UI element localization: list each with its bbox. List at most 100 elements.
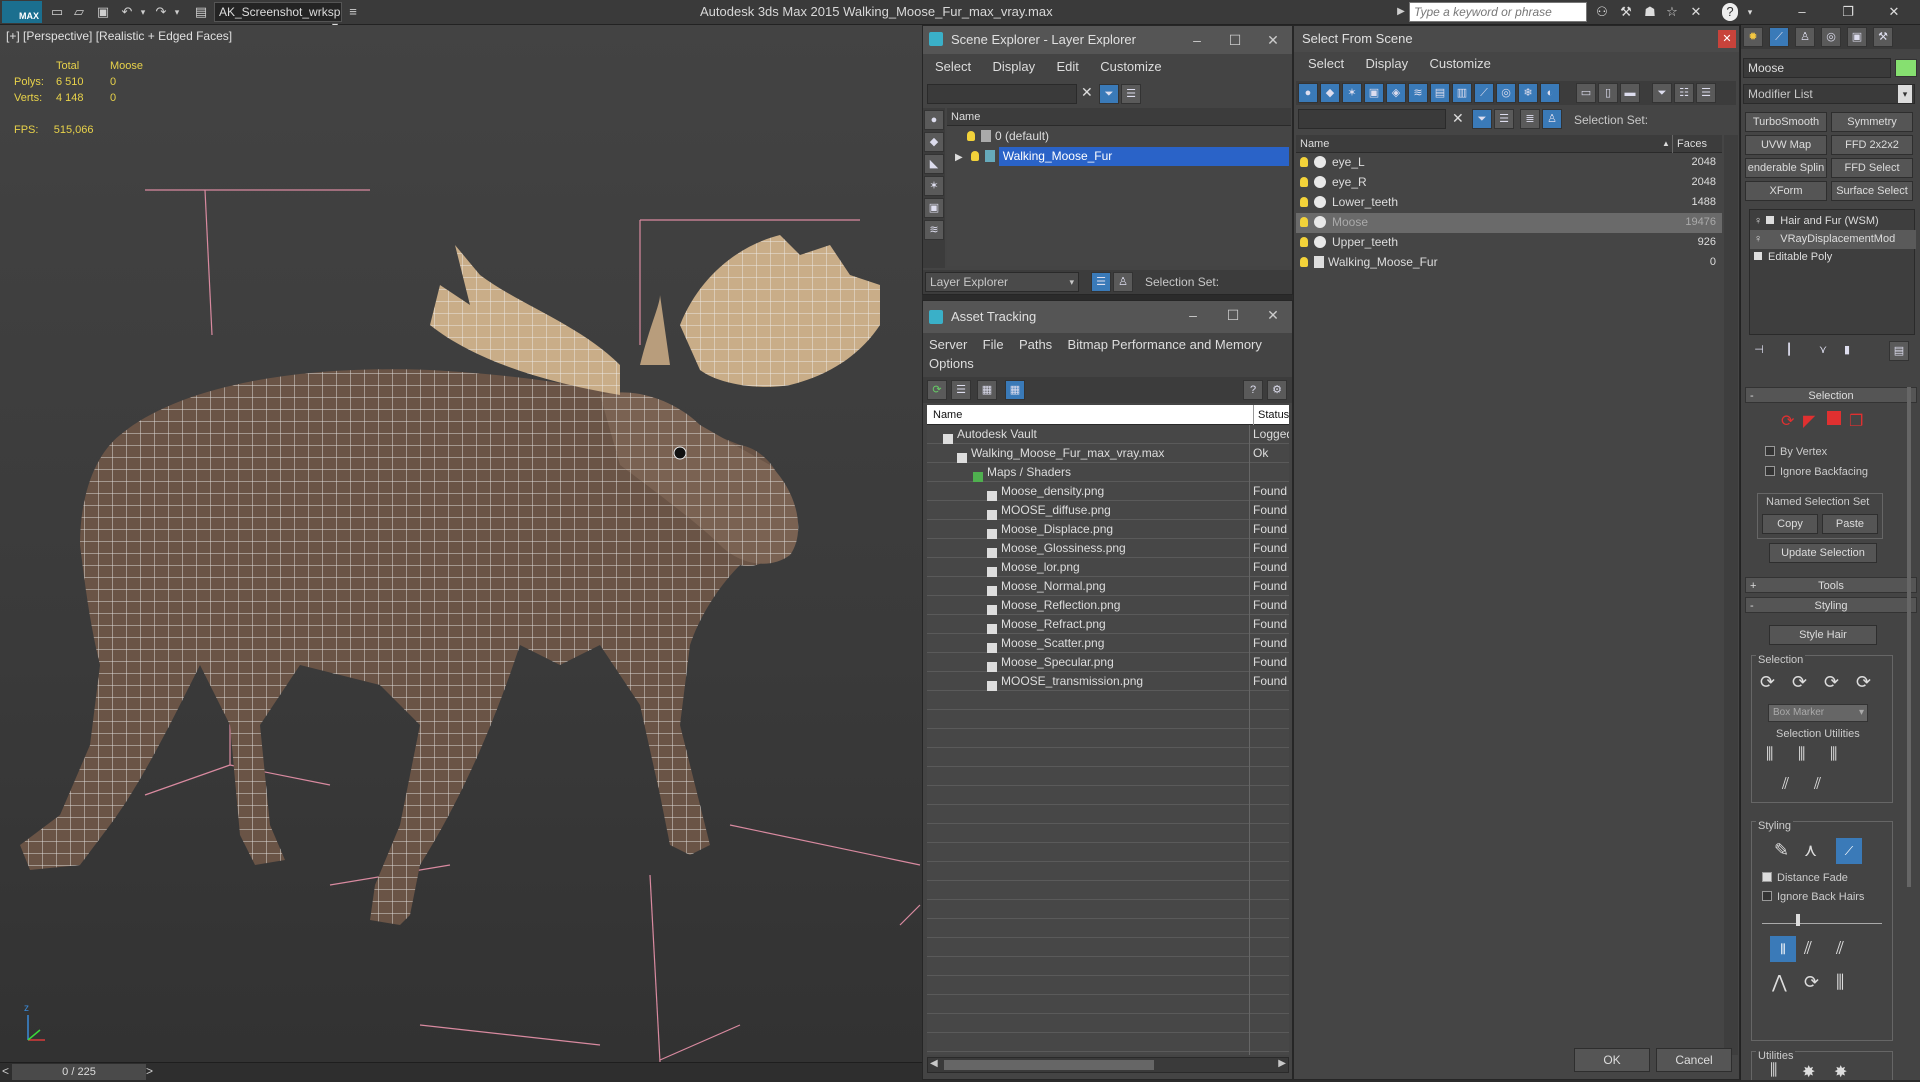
surface-select-button[interactable]: Surface Select — [1831, 181, 1913, 201]
sort-arrow-icon[interactable]: ▲ — [1662, 135, 1670, 153]
hierarchy-tab-icon[interactable]: ♙ — [1795, 27, 1815, 47]
tools-rollout[interactable]: + Tools — [1745, 577, 1917, 593]
se-menu-display[interactable]: Display — [992, 59, 1035, 74]
uvw-map-button[interactable]: UVW Map — [1745, 135, 1827, 155]
segment-select-icon[interactable]: ◤ — [1803, 411, 1815, 431]
ffd-select-button[interactable]: FFD Select — [1831, 158, 1913, 178]
display-lights-icon[interactable]: ✶ — [1342, 83, 1362, 103]
layer-row-walking-moose-fur[interactable]: ▶ Walking_Moose_Fur — [947, 147, 1291, 166]
styling-rollout[interactable]: - Styling — [1745, 597, 1917, 613]
pin-stack-icon[interactable]: ⊣ — [1749, 341, 1769, 361]
workspace-selector[interactable]: AK_Screenshot_wrksp▾ — [214, 2, 342, 33]
selection-rollout[interactable]: - Selection — [1745, 387, 1917, 403]
menu-icon[interactable]: ≡ — [344, 3, 362, 21]
close-icon[interactable]: ✕ — [1253, 301, 1293, 329]
asset-row[interactable]: Moose_density.png Found — [927, 482, 1289, 501]
stack-item-vraydisplacementmod[interactable]: ♀ VRayDisplacementMod — [1750, 230, 1916, 249]
layers-add-icon[interactable]: ☰ — [1494, 109, 1514, 129]
command-panel-scrollbar[interactable] — [1907, 387, 1911, 887]
save-file-icon[interactable]: ▣ — [94, 3, 112, 21]
hair-brush-icon[interactable]: ⟋ — [1836, 838, 1862, 864]
light-bulb-icon[interactable] — [1300, 237, 1308, 247]
ignore-back-hairs-checkbox[interactable]: Ignore Back Hairs — [1762, 891, 1864, 903]
asset-row[interactable]: Moose_lor.png Found — [927, 558, 1289, 577]
perspective-viewport[interactable]: [+] [Perspective] [Realistic + Edged Fac… — [0, 25, 922, 1062]
util-unhide-icon[interactable]: ⫽ — [1814, 776, 1821, 794]
se-column-header[interactable]: Name — [947, 108, 1291, 126]
display-frozen-icon[interactable]: ❄ — [1518, 83, 1538, 103]
light-bulb-icon[interactable] — [967, 131, 975, 141]
search-input[interactable]: Type a keyword or phrase — [1409, 2, 1587, 22]
chevron-down-icon[interactable]: ▾ — [134, 3, 152, 21]
at-col-status[interactable]: Status — [1253, 405, 1289, 425]
hierarchy-icon[interactable]: ♙ — [1542, 109, 1562, 129]
project-folder-icon[interactable]: ▤ — [192, 3, 210, 21]
util-pop-selected-icon[interactable]: ✸ — [1802, 1062, 1815, 1082]
asset-row[interactable]: Maps / Shaders — [927, 463, 1289, 482]
expand-arrow-icon[interactable]: ▶ — [955, 152, 963, 163]
minimize-icon[interactable]: – — [1177, 26, 1217, 54]
at-horizontal-scrollbar[interactable]: ◀ ▶ — [927, 1057, 1289, 1073]
layer-row-default[interactable]: 0 (default) — [967, 127, 1287, 146]
rotate-icon[interactable]: ⟳ — [1804, 972, 1819, 993]
util-grow-icon[interactable]: ⫼ — [1766, 746, 1773, 764]
layers-add-icon[interactable]: ☰ — [1121, 84, 1141, 104]
refresh-icon[interactable]: ⟳ — [927, 380, 947, 400]
display-lights-icon[interactable]: ✶ — [924, 176, 944, 196]
distance-fade-checkbox[interactable]: Distance Fade — [1762, 872, 1848, 884]
ffd-2x2x2-button[interactable]: FFD 2x2x2 — [1831, 135, 1913, 155]
new-file-icon[interactable]: ▭ — [48, 3, 66, 21]
scroll-right-icon[interactable]: ▶ — [1278, 1058, 1286, 1069]
sfs-col-name[interactable]: Name — [1300, 135, 1329, 153]
clump-icon[interactable]: ⋀ — [1772, 972, 1787, 993]
stack-item-hair-and-fur[interactable]: ♀ Hair and Fur (WSM) — [1750, 212, 1916, 231]
binoculars-icon[interactable]: ⚇ — [1592, 3, 1612, 21]
asset-row[interactable]: MOOSE_transmission.png Found — [927, 672, 1289, 691]
object-row[interactable]: Moose 19476 — [1296, 213, 1722, 233]
filter-icon[interactable]: ⏷ — [1099, 84, 1119, 104]
brush-size-slider[interactable] — [1762, 914, 1882, 926]
stand-icon[interactable]: ⫽ — [1804, 938, 1812, 959]
remove-modifier-icon[interactable]: ▮ — [1837, 341, 1857, 361]
light-bulb-icon[interactable] — [1300, 157, 1308, 167]
util-attenuate-icon[interactable]: ⫼ — [1770, 1062, 1777, 1080]
chevron-down-icon[interactable]: ▾ — [168, 3, 186, 21]
filter-icon[interactable]: ⏷ — [1472, 109, 1492, 129]
utilities-tab-icon[interactable]: ⚒ — [1873, 27, 1893, 47]
util-pop-zero-icon[interactable]: ✸ — [1834, 1062, 1847, 1082]
sfs-search-input[interactable] — [1298, 109, 1446, 129]
table-view-icon[interactable]: ▦ — [1005, 380, 1025, 400]
object-row[interactable]: Lower_teeth 1488 — [1296, 193, 1722, 213]
display-containers-icon[interactable]: ◎ — [1496, 83, 1516, 103]
util-show-icon[interactable]: ⫽ — [1782, 776, 1789, 794]
tools-icon[interactable]: ⚒ — [1616, 3, 1636, 21]
scale-icon[interactable]: ⫼ — [1836, 972, 1844, 993]
make-unique-icon[interactable]: ⋎ — [1813, 341, 1833, 361]
display-hidden-icon[interactable]: ◐ — [1540, 83, 1560, 103]
app-logo[interactable]: MAX — [2, 1, 42, 23]
close-icon[interactable]: ✕ — [1884, 3, 1904, 21]
clear-search-icon[interactable]: ✕ — [1452, 110, 1464, 127]
collapse-icon[interactable]: ☰ — [1696, 83, 1716, 103]
maximize-icon[interactable]: ☐ — [1213, 301, 1253, 329]
clear-search-icon[interactable]: ✕ — [1081, 84, 1093, 101]
at-menu-bitmap[interactable]: Bitmap Performance and Memory — [1068, 337, 1262, 352]
cancel-button[interactable]: Cancel — [1656, 1048, 1732, 1072]
symmetry-button[interactable]: Symmetry — [1831, 112, 1913, 132]
display-geometry-icon[interactable]: ● — [1298, 83, 1318, 103]
asset-row[interactable]: MOOSE_diffuse.png Found — [927, 501, 1289, 520]
sfs-menu-customize[interactable]: Customize — [1429, 56, 1490, 71]
ignore-backfacing-checkbox[interactable]: Ignore Backfacing — [1765, 466, 1868, 478]
se-menu-edit[interactable]: Edit — [1056, 59, 1078, 74]
layers-icon[interactable]: ≣ — [1520, 109, 1540, 129]
asset-row[interactable]: Moose_Scatter.png Found — [927, 634, 1289, 653]
display-tab-icon[interactable]: ▣ — [1847, 27, 1867, 47]
translate-icon[interactable]: ⫼ — [1770, 936, 1796, 962]
show-end-result-icon[interactable]: ┃ — [1779, 341, 1799, 361]
display-spacewarps-icon[interactable]: ≋ — [1408, 83, 1428, 103]
scroll-left-icon[interactable]: ◀ — [930, 1058, 938, 1069]
object-name-field[interactable]: Moose — [1743, 58, 1891, 78]
turbosmooth-button[interactable]: TurboSmooth — [1745, 112, 1827, 132]
explorer-type-dropdown[interactable]: Layer Explorer ▾ — [925, 272, 1079, 292]
element-select-icon[interactable] — [1827, 411, 1841, 425]
